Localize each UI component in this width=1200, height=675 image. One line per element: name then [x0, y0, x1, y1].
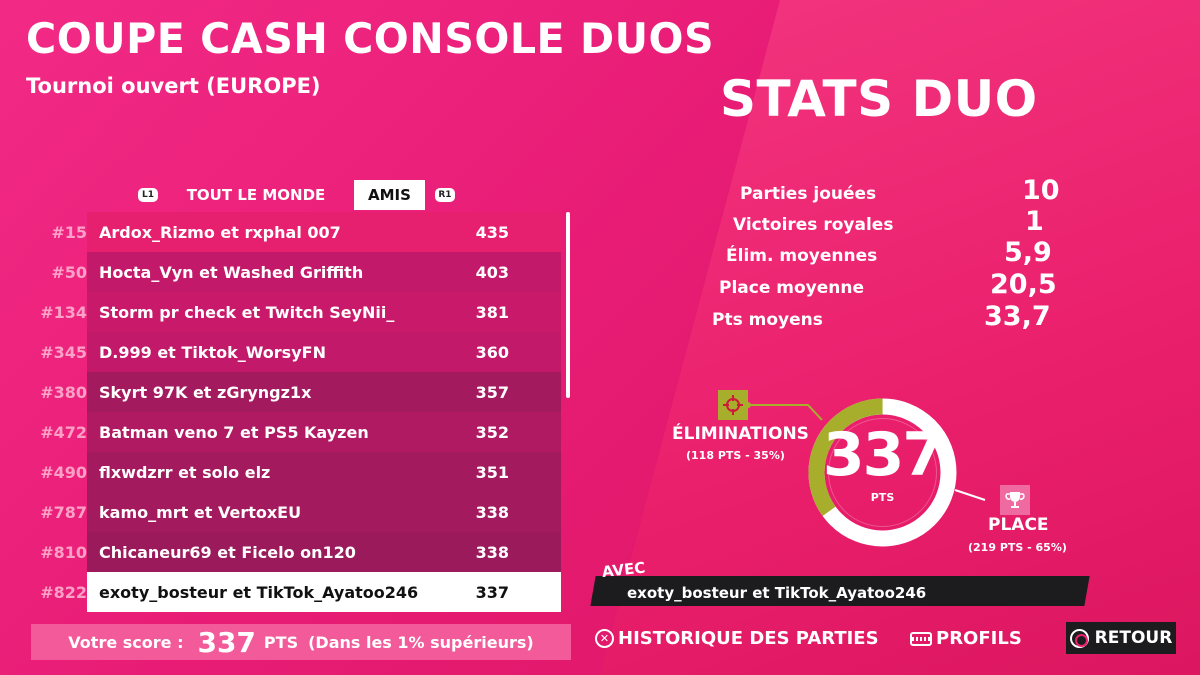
row-rank: #380 — [40, 382, 87, 402]
row-team-name: D.999 et Tiktok_WorsyFN — [99, 342, 326, 362]
row-rank: #810 — [40, 542, 87, 562]
row-rank: #822 — [40, 582, 87, 602]
leaderboard-row[interactable]: #490 flxwdzrr et solo elz 351 — [31, 452, 561, 492]
row-rank: #50 — [51, 262, 87, 282]
stat-value-avg-elims: 5,9 — [1004, 237, 1052, 268]
circle-button-icon — [1069, 628, 1089, 648]
row-rank: #15 — [51, 222, 87, 242]
row-rank: #134 — [40, 302, 87, 322]
your-score-percentile: (Dans les 1% supérieurs) — [308, 632, 534, 652]
leaderboard-list[interactable]: #15 Ardox_Rizmo et rxphal 007 435 #50 Hocta_… — [31, 212, 571, 630]
leaderboard-row[interactable]: #15 Ardox_Rizmo et rxphal 007 435 — [31, 212, 561, 252]
tournament-title: COUPE CASH CONSOLE DUOS — [26, 14, 715, 63]
row-team-name: Storm pr check et Twitch SeyNii_ — [99, 302, 395, 322]
row-team-name: Chicaneur69 et Ficelo on120 — [99, 542, 356, 562]
total-points-unit: PTS — [870, 491, 895, 504]
crosshair-icon — [718, 390, 748, 420]
leaderboard-row[interactable]: #345 D.999 et Tiktok_WorsyFN 360 — [31, 332, 561, 372]
your-score-unit: PTS — [263, 632, 299, 652]
eliminations-label: ÉLIMINATIONS — [672, 424, 809, 444]
leaderboard-row[interactable]: #380 Skyrt 97K et zGryngz1x 357 — [31, 372, 561, 412]
row-score: 338 — [475, 502, 509, 522]
donut-center: 337 PTS — [805, 425, 960, 504]
row-score: 351 — [475, 462, 509, 482]
row-score: 435 — [475, 222, 509, 242]
row-score: 337 — [475, 582, 509, 602]
leaderboard-row[interactable]: #822 exoty_bosteur et TikTok_Ayatoo246 337 — [31, 572, 561, 612]
row-team-name: Skyrt 97K et zGryngz1x — [99, 382, 312, 402]
cross-button-icon: ✕ — [595, 629, 614, 648]
stat-value-avg-pts: 33,7 — [984, 301, 1051, 332]
leaderboard-row[interactable]: #134 Storm pr check et Twitch SeyNii_ 381 — [31, 292, 561, 332]
stat-label-wins: Victoires royales — [733, 215, 894, 235]
tournament-subtitle: Tournoi ouvert (EUROPE) — [26, 74, 321, 98]
leaderboard-row[interactable]: #50 Hocta_Vyn et Washed Griffith 403 — [31, 252, 561, 292]
leaderboard-tabs: L1 TOUT LE MONDE AMIS R1 — [138, 180, 455, 210]
row-team-name: Ardox_Rizmo et rxphal 007 — [99, 222, 341, 242]
r1-button-icon[interactable]: R1 — [434, 188, 455, 202]
leaderboard-row[interactable]: #787 kamo_mrt et VertoxEU 338 — [31, 492, 561, 532]
touchpad-icon — [910, 631, 932, 646]
stat-value-games: 10 — [1022, 175, 1060, 206]
stat-label-avg-pts: Pts moyens — [712, 310, 823, 330]
place-label: PLACE — [988, 515, 1049, 535]
row-team-name: kamo_mrt et VertoxEU — [99, 502, 302, 522]
row-rank: #490 — [40, 462, 87, 482]
stat-value-wins: 1 — [1025, 206, 1044, 237]
row-score: 352 — [475, 422, 509, 442]
stat-label-avg-elims: Élim. moyennes — [726, 246, 878, 266]
row-team-name: flxwdzrr et solo elz — [99, 462, 271, 482]
place-detail: (219 PTS - 65%) — [968, 541, 1067, 554]
match-history-button[interactable]: ✕ HISTORIQUE DES PARTIES — [595, 628, 879, 649]
trophy-icon — [1000, 485, 1030, 515]
row-rank: #345 — [40, 342, 87, 362]
back-label: RETOUR — [1094, 628, 1173, 648]
profiles-label: PROFILS — [936, 628, 1022, 649]
tab-everyone[interactable]: TOUT LE MONDE — [158, 186, 354, 204]
teammate-name: exoty_bosteur et TikTok_Ayatoo246 — [627, 584, 927, 602]
row-score: 360 — [475, 342, 509, 362]
row-score: 338 — [475, 542, 509, 562]
leaderboard-row[interactable]: #810 Chicaneur69 et Ficelo on120 338 — [31, 532, 561, 572]
stat-label-avg-place: Place moyenne — [719, 278, 865, 298]
your-score-label: Votre score : — [68, 632, 184, 652]
match-history-label: HISTORIQUE DES PARTIES — [618, 628, 879, 649]
stat-value-avg-place: 20,5 — [990, 269, 1057, 300]
row-rank: #787 — [40, 502, 87, 522]
total-points: 337 — [822, 420, 944, 490]
leaderboard-row[interactable]: #472 Batman veno 7 et PS5 Kayzen 352 — [31, 412, 561, 452]
stats-title: STATS DUO — [720, 70, 1038, 128]
row-team-name: Batman veno 7 et PS5 Kayzen — [99, 422, 369, 442]
profiles-button[interactable]: PROFILS — [910, 628, 1022, 649]
row-team-name: Hocta_Vyn et Washed Griffith — [99, 262, 364, 282]
leaderboard-scrollbar[interactable] — [566, 212, 570, 398]
eliminations-detail: (118 PTS - 35%) — [686, 449, 785, 462]
row-score: 381 — [475, 302, 509, 322]
back-button[interactable]: RETOUR — [1066, 622, 1176, 654]
your-score-bar: Votre score : 337 PTS (Dans les 1% supér… — [31, 624, 571, 660]
row-rank: #472 — [40, 422, 87, 442]
stat-label-games: Parties jouées — [740, 184, 877, 204]
row-score: 403 — [475, 262, 509, 282]
tab-friends[interactable]: AMIS — [354, 180, 425, 210]
your-score-value: 337 — [197, 625, 256, 659]
row-score: 357 — [475, 382, 509, 402]
l1-button-icon[interactable]: L1 — [138, 188, 158, 202]
row-team-name: exoty_bosteur et TikTok_Ayatoo246 — [99, 582, 419, 602]
